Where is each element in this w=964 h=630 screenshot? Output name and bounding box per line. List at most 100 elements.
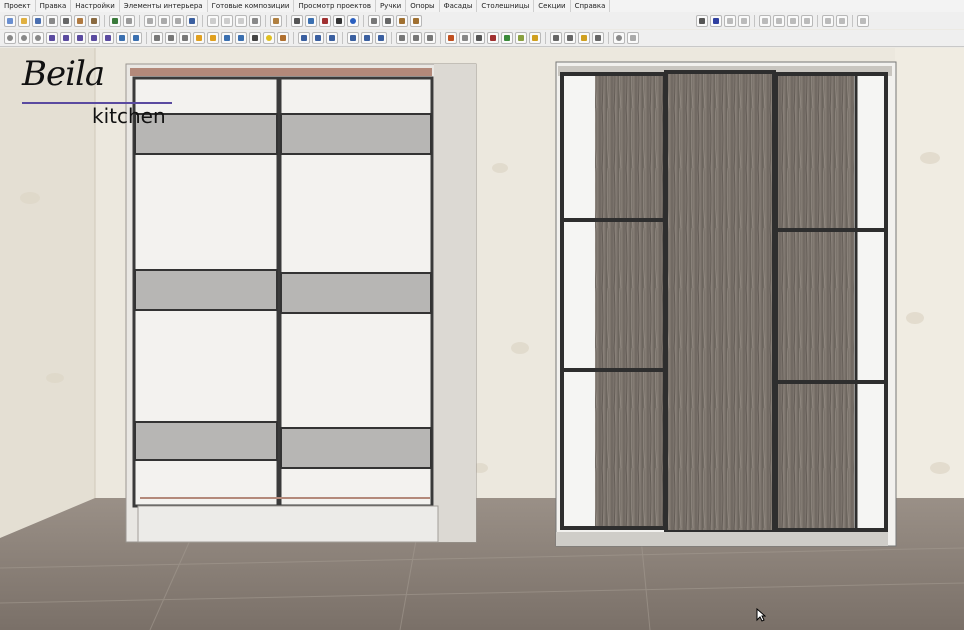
texture-icon[interactable] (459, 32, 471, 44)
dimension-icon[interactable] (857, 14, 869, 27)
view-back-icon[interactable] (60, 32, 72, 44)
pointer-icon[interactable] (207, 14, 219, 27)
edit-icon[interactable] (249, 14, 261, 27)
frame-icon[interactable] (221, 32, 233, 44)
box-solid-icon[interactable] (193, 32, 205, 44)
rotate-left-icon[interactable] (759, 14, 771, 27)
rotate-right-icon[interactable] (773, 14, 785, 27)
paste-icon[interactable] (172, 14, 184, 27)
select-icon[interactable] (186, 14, 198, 27)
phone-icon[interactable] (501, 32, 513, 44)
view-top-icon[interactable] (102, 32, 114, 44)
ungroup-icon[interactable] (235, 14, 247, 27)
light-bulb-icon[interactable] (263, 32, 275, 44)
menu-countertops[interactable]: Столешницы (477, 0, 535, 12)
shelf-icon[interactable] (312, 32, 324, 44)
mirror-icon[interactable] (787, 14, 799, 27)
cut-icon[interactable] (144, 14, 156, 27)
drawer-icon[interactable] (326, 32, 338, 44)
rotate-icon[interactable] (738, 14, 750, 27)
mouse-cursor-icon (756, 608, 766, 622)
cabinet-double-icon[interactable] (410, 32, 422, 44)
menu-interior-elements[interactable]: Элементы интерьера (120, 0, 208, 12)
print-icon[interactable] (46, 14, 58, 27)
magnet-icon[interactable] (710, 14, 722, 27)
view-front-icon[interactable] (46, 32, 58, 44)
door-panel-icon[interactable] (277, 32, 289, 44)
measure-icon[interactable] (382, 14, 394, 27)
table-icon[interactable] (291, 14, 303, 27)
open-file-icon[interactable] (18, 14, 30, 27)
zoom-in-icon[interactable] (18, 32, 30, 44)
edge-green-icon[interactable] (515, 32, 527, 44)
grid-icon[interactable] (564, 32, 576, 44)
save-icon[interactable] (32, 14, 44, 27)
text-box-icon[interactable] (592, 32, 604, 44)
material-icon[interactable] (445, 32, 457, 44)
box-textured-icon[interactable] (207, 32, 219, 44)
redo-icon[interactable] (123, 14, 135, 27)
undo-view-icon[interactable] (627, 32, 639, 44)
person-icon[interactable] (347, 32, 359, 44)
menu-project[interactable]: Проект (0, 0, 36, 12)
menu-supports[interactable]: Опоры (406, 0, 440, 12)
hinge-icon[interactable] (424, 32, 436, 44)
move-icon[interactable] (724, 14, 736, 27)
warning-icon[interactable] (801, 14, 813, 27)
view-right-icon[interactable] (88, 32, 100, 44)
zoom-out-icon[interactable] (32, 32, 44, 44)
logo-script-text: Beila (22, 54, 105, 94)
box-wire-icon[interactable] (179, 32, 191, 44)
frame-split-icon[interactable] (235, 32, 247, 44)
ruler-icon[interactable] (578, 32, 590, 44)
toolbar-separator (363, 14, 364, 27)
home-icon[interactable] (88, 14, 100, 27)
undo-icon[interactable] (109, 14, 121, 27)
projection-dropdown-icon[interactable] (130, 32, 142, 44)
layers-icon[interactable] (270, 14, 282, 27)
toolbar-separator (286, 14, 287, 27)
cabinet-icon[interactable] (396, 32, 408, 44)
hanger-icon[interactable] (375, 32, 387, 44)
group-people-icon[interactable] (361, 32, 373, 44)
add-section-icon[interactable] (298, 32, 310, 44)
align-icon[interactable] (822, 14, 834, 27)
cloud-icon[interactable] (347, 14, 359, 27)
group-icon[interactable] (221, 14, 233, 27)
new-file-icon[interactable] (4, 14, 16, 27)
view-3d-icon[interactable] (116, 32, 128, 44)
report-icon[interactable] (305, 14, 317, 27)
menu-view-projects[interactable]: Просмотр проектов (294, 0, 376, 12)
camera-icon[interactable] (60, 14, 72, 27)
snapshot-icon[interactable] (696, 14, 708, 27)
menu-sections[interactable]: Секции (534, 0, 571, 12)
menu-facades[interactable]: Фасады (440, 0, 478, 12)
menu-handles[interactable]: Ручки (376, 0, 407, 12)
menu-edit[interactable]: Правка (36, 0, 72, 12)
distribute-icon[interactable] (836, 14, 848, 27)
stairs-icon[interactable] (396, 14, 408, 27)
box-open-icon[interactable] (165, 32, 177, 44)
book-icon[interactable] (319, 14, 331, 27)
door-icon[interactable] (368, 14, 380, 27)
box-icon[interactable] (151, 32, 163, 44)
room-icon[interactable] (74, 14, 86, 27)
menu-ready-compositions[interactable]: Готовые композиции (208, 0, 295, 12)
cutter-icon[interactable] (487, 32, 499, 44)
menu-bar: Проект Правка Настройки Элементы интерье… (0, 0, 964, 12)
render-camera-icon[interactable] (249, 32, 261, 44)
viewport-3d[interactable]: Beila kitchen (0, 48, 964, 630)
copy-icon[interactable] (158, 14, 170, 27)
view-left-icon[interactable] (74, 32, 86, 44)
menu-settings[interactable]: Настройки (71, 0, 120, 12)
zoom-fit-icon[interactable] (4, 32, 16, 44)
calendar-icon[interactable] (410, 14, 422, 27)
pattern-icon[interactable] (473, 32, 485, 44)
render-icon[interactable] (613, 32, 625, 44)
menu-help[interactable]: Справка (571, 0, 611, 12)
toolbar-view (0, 30, 964, 47)
settings-panel-icon[interactable] (550, 32, 562, 44)
toolbar-separator (139, 14, 140, 27)
edge-yellow-icon[interactable] (529, 32, 541, 44)
sum-icon[interactable] (333, 14, 345, 27)
